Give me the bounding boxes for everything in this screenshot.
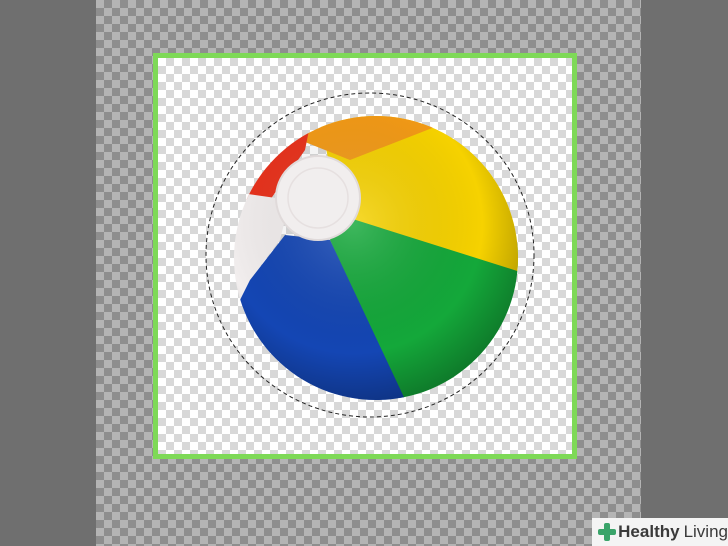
watermark: Healthy Living <box>592 518 728 546</box>
brand-name-bold: Healthy <box>618 522 680 541</box>
beach-ball-image[interactable] <box>0 0 728 546</box>
ball-panels <box>234 116 518 400</box>
brand-name-regular: Living <box>683 522 728 541</box>
brand-cross-icon <box>598 523 617 541</box>
